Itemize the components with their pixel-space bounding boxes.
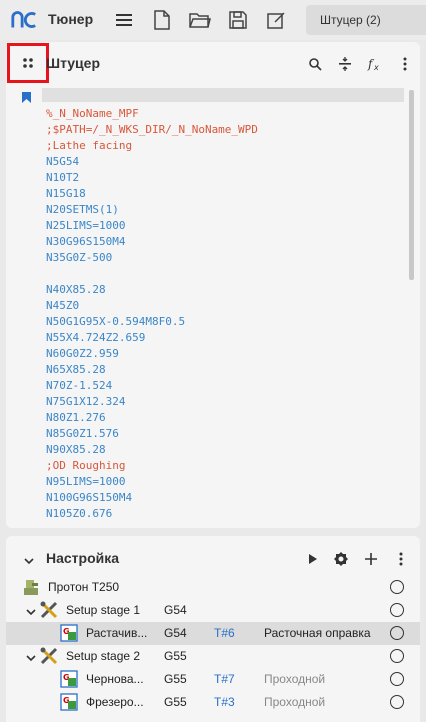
gcode-operation-icon: G [60,670,78,691]
new-file-icon[interactable] [148,6,176,34]
function-icon[interactable]: fx [364,53,386,75]
operation-tool-link[interactable]: T#3 [214,695,235,709]
settings-gear-icon[interactable] [330,548,352,570]
editor-scrollbar[interactable] [409,90,414,280]
code-line: N110X82.24 [46,522,404,524]
menu-icon[interactable] [110,6,138,34]
stage-code: G54 [164,603,187,617]
svg-text:x: x [373,63,379,71]
code-line: N20SETMS(1) [46,203,119,216]
collapse-chevron-icon[interactable] [24,552,34,570]
code-line: %_N_NoName_MPF [46,107,139,120]
tree-row-stage-2[interactable]: Setup stage 2 G55 [6,645,420,668]
code-line: ;Lathe facing [46,139,133,152]
code-line: ;$PATH=/_N_WKS_DIR/_N_NoName_WPD [46,123,258,136]
code-line: N40X85.28 [46,283,106,296]
editor-title: Штуцер [46,55,101,71]
code-line: N50G1G95X-0.594M8F0.5 [46,315,186,328]
machine-label: Протон Т250 [48,580,120,594]
machine-icon [22,578,40,599]
add-icon[interactable] [360,548,382,570]
tools-icon [40,647,58,668]
save-icon[interactable] [224,6,252,34]
main-toolbar: Тюнер Штуцер (2) [0,0,426,40]
code-line: N30G96S150M4 [46,235,126,248]
code-line: N70Z-1.524 [46,379,113,392]
code-current-line [42,88,404,102]
code-line: N105Z0.676 [46,507,113,520]
radio-operation-2[interactable] [390,672,404,686]
radio-stage-2[interactable] [390,649,404,663]
editor-header: Штуцер fx [6,42,420,84]
app-logo-icon [10,6,38,34]
bookmark-icon[interactable] [22,90,31,108]
code-line: N10T2 [46,171,80,184]
stage-code: G55 [164,649,187,663]
tools-icon [40,601,58,622]
expand-chevron-icon[interactable] [26,605,36,619]
code-line: N100G96S150M4 [46,491,133,504]
operation-name: Растачив... [86,626,148,640]
tree-row-operation-1[interactable]: G Растачив... G54 T#6 Расточная оправка [6,622,420,645]
operation-tool-desc: Расточная оправка [264,626,371,640]
radio-stage-1[interactable] [390,603,404,617]
app-title: Тюнер [48,11,94,27]
code-line: N45Z0 [46,299,80,312]
gcode-operation-icon: G [60,624,78,645]
radio-machine[interactable] [390,580,404,594]
code-line: N85G0Z1.576 [46,427,119,440]
code-line: N35G0Z-500 [46,251,113,264]
tree-row-stage-1[interactable]: Setup stage 1 G54 [6,599,420,622]
setup-panel: Настройка Протон Т250 Setup stage 1 G54 … [6,536,420,722]
code-line: N80Z1.276 [46,411,106,424]
operation-code: G55 [164,695,187,709]
code-line: N25LIMS=1000 [46,219,126,232]
code-line: ;OD Roughing [46,459,126,472]
operation-name: Чернова... [86,672,144,686]
code-line: N60G0Z2.959 [46,347,119,360]
radio-operation-3[interactable] [390,695,404,709]
tree-row-machine[interactable]: Протон Т250 [6,576,420,599]
radio-operation-1[interactable] [390,626,404,640]
code-line: N15G18 [46,187,86,200]
open-folder-icon[interactable] [186,6,214,34]
code-editor[interactable]: %_N_NoName_MPF ;$PATH=/_N_WKS_DIR/_N_NoNa… [20,88,404,524]
tree-row-operation-3[interactable]: G Фрезеро... G55 T#3 Проходной [6,691,420,714]
setup-title: Настройка [46,550,120,566]
operation-name: Фрезеро... [86,695,144,709]
more-vertical-icon[interactable] [394,53,416,75]
expand-chevron-icon[interactable] [26,651,36,665]
code-line: N75G1X12.324 [46,395,126,408]
editor-panel: Штуцер fx %_N_NoName_MPF ;$PATH=/_N_WKS_D… [6,42,420,528]
tree-row-operation-2[interactable]: G Чернова... G55 T#7 Проходной [6,668,420,691]
code-line: N5G54 [46,155,80,168]
operation-code: G54 [164,626,187,640]
code-lines: %_N_NoName_MPF ;$PATH=/_N_WKS_DIR/_N_NoNa… [46,106,404,524]
search-icon[interactable] [304,53,326,75]
code-line: N55X4.724Z2.659 [46,331,146,344]
stage-name: Setup stage 2 [66,649,141,663]
gcode-operation-icon: G [60,693,78,714]
operation-tool-link[interactable]: T#6 [214,626,235,640]
code-line: N95LIMS=1000 [46,475,126,488]
operation-code: G55 [164,672,187,686]
more-vertical-icon[interactable] [390,548,412,570]
split-icon[interactable] [334,53,356,75]
operation-tool-desc: Проходной [264,695,326,709]
drag-handle-icon[interactable] [7,43,49,83]
code-line: N65X85.28 [46,363,106,376]
edit-icon[interactable] [262,6,290,34]
operation-tool-link[interactable]: T#7 [214,672,235,686]
code-line: N90X85.28 [46,443,106,456]
operation-tool-desc: Проходной [264,672,326,686]
document-tab[interactable]: Штуцер (2) [306,5,426,35]
play-icon[interactable] [302,548,324,570]
stage-name: Setup stage 1 [66,603,141,617]
